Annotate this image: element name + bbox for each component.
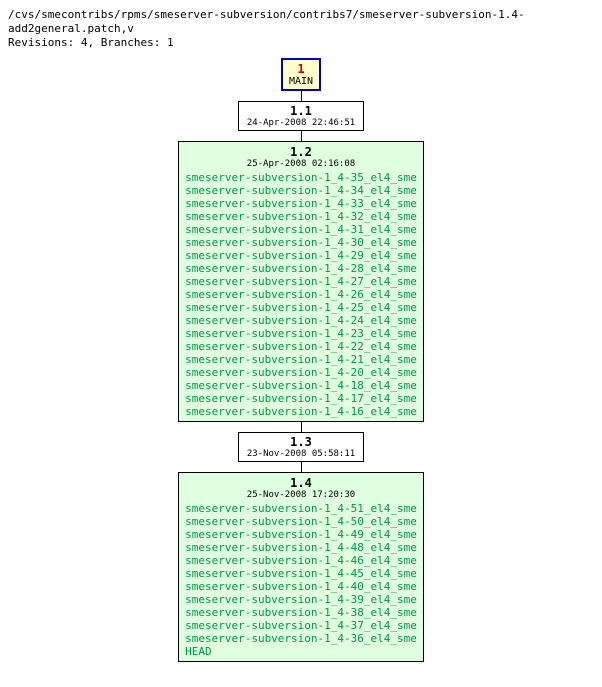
tag-item: smeserver-subversion-1_4-38_el4_sme (185, 606, 417, 619)
tag-item: smeserver-subversion-1_4-40_el4_sme (185, 580, 417, 593)
connector (301, 462, 302, 472)
tag-item: smeserver-subversion-1_4-16_el4_sme (185, 405, 417, 418)
tag-item: smeserver-subversion-1_4-33_el4_sme (185, 197, 417, 210)
revision-number: 1.2 (185, 145, 417, 159)
revision-date: 25-Nov-2008 17:20:30 (185, 490, 417, 500)
tag-item: smeserver-subversion-1_4-34_el4_sme (185, 184, 417, 197)
tag-item: smeserver-subversion-1_4-24_el4_sme (185, 314, 417, 327)
tag-item: smeserver-subversion-1_4-39_el4_sme (185, 593, 417, 606)
revision-box-2: 1.2 25-Apr-2008 02:16:08 smeserver-subve… (178, 141, 424, 422)
main-branch-box: 1 MAIN (281, 58, 321, 91)
tag-item: smeserver-subversion-1_4-32_el4_sme (185, 210, 417, 223)
tag-list: smeserver-subversion-1_4-35_el4_smesmese… (185, 171, 417, 418)
tag-item: smeserver-subversion-1_4-23_el4_sme (185, 327, 417, 340)
tag-item: smeserver-subversion-1_4-27_el4_sme (185, 275, 417, 288)
main-branch-label: MAIN (289, 76, 313, 87)
tag-item: smeserver-subversion-1_4-28_el4_sme (185, 262, 417, 275)
tag-item: smeserver-subversion-1_4-35_el4_sme (185, 171, 417, 184)
tag-item: smeserver-subversion-1_4-25_el4_sme (185, 301, 417, 314)
tag-item: smeserver-subversion-1_4-18_el4_sme (185, 379, 417, 392)
connector (301, 91, 302, 101)
header: /cvs/smecontribs/rpms/smeserver-subversi… (8, 8, 594, 50)
revision-date: 25-Apr-2008 02:16:08 (185, 159, 417, 169)
revision-box-4: 1.4 25-Nov-2008 17:20:30 smeserver-subve… (178, 472, 424, 662)
tag-item: smeserver-subversion-1_4-17_el4_sme (185, 392, 417, 405)
revision-date: 23-Nov-2008 05:58:11 (247, 449, 355, 459)
tag-item: smeserver-subversion-1_4-31_el4_sme (185, 223, 417, 236)
tag-item: smeserver-subversion-1_4-26_el4_sme (185, 288, 417, 301)
tag-item: smeserver-subversion-1_4-20_el4_sme (185, 366, 417, 379)
tag-item: smeserver-subversion-1_4-48_el4_sme (185, 541, 417, 554)
tag-item: smeserver-subversion-1_4-21_el4_sme (185, 353, 417, 366)
revision-number: 1.3 (247, 435, 355, 449)
revision-box-3: 1.3 23-Nov-2008 05:58:11 (238, 432, 364, 462)
tag-item: smeserver-subversion-1_4-37_el4_sme (185, 619, 417, 632)
revision-number: 1.4 (185, 476, 417, 490)
revision-box-1: 1.1 24-Apr-2008 22:46:51 (238, 101, 364, 131)
tag-item: smeserver-subversion-1_4-29_el4_sme (185, 249, 417, 262)
revision-date: 24-Apr-2008 22:46:51 (247, 118, 355, 128)
revision-graph: 1 MAIN 1.1 24-Apr-2008 22:46:51 1.2 25-A… (8, 58, 594, 662)
tag-item: smeserver-subversion-1_4-45_el4_sme (185, 567, 417, 580)
connector (301, 422, 302, 432)
file-path: /cvs/smecontribs/rpms/smeserver-subversi… (8, 8, 594, 36)
revision-stats: Revisions: 4, Branches: 1 (8, 36, 594, 50)
tag-item: smeserver-subversion-1_4-22_el4_sme (185, 340, 417, 353)
main-branch-num: 1 (289, 62, 313, 76)
tag-item: smeserver-subversion-1_4-30_el4_sme (185, 236, 417, 249)
revision-number: 1.1 (247, 104, 355, 118)
tag-item: smeserver-subversion-1_4-46_el4_sme (185, 554, 417, 567)
tag-item: HEAD (185, 645, 417, 658)
connector (301, 131, 302, 141)
tag-item: smeserver-subversion-1_4-36_el4_sme (185, 632, 417, 645)
tag-item: smeserver-subversion-1_4-50_el4_sme (185, 515, 417, 528)
tag-list: smeserver-subversion-1_4-51_el4_smesmese… (185, 502, 417, 658)
tag-item: smeserver-subversion-1_4-49_el4_sme (185, 528, 417, 541)
tag-item: smeserver-subversion-1_4-51_el4_sme (185, 502, 417, 515)
